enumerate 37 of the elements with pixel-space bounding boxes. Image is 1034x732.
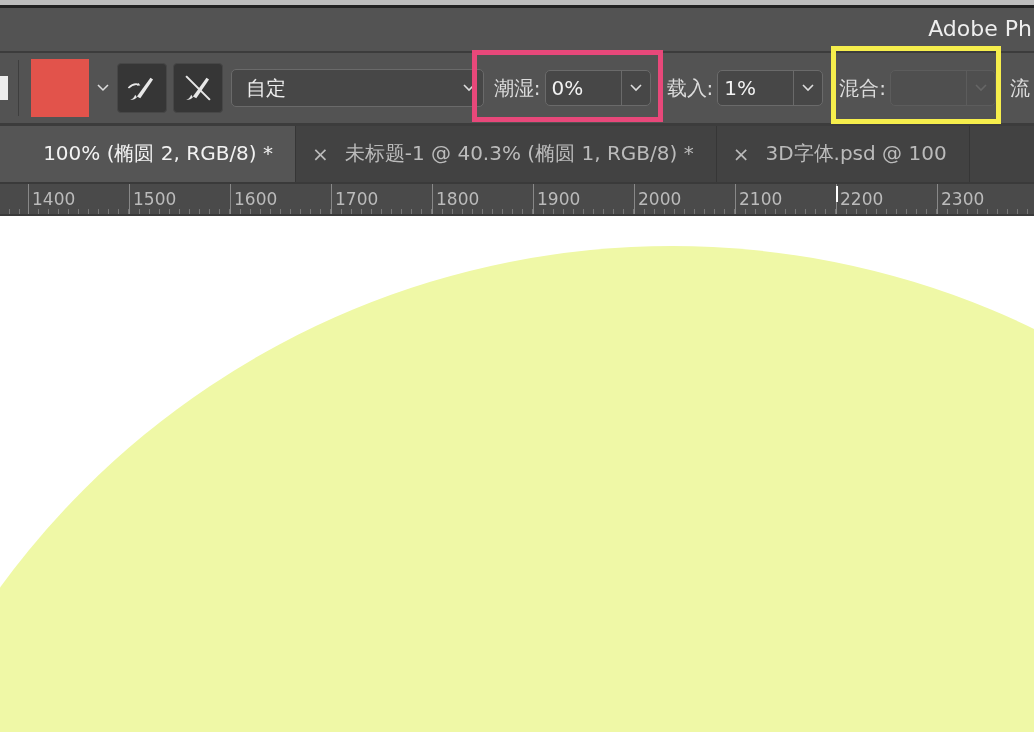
document-tab[interactable]: × 未标题-1 @ 40.3% (椭圆 1, RGB/8) * [296, 125, 717, 182]
caret-icon [802, 84, 815, 93]
ruler-label: 2200 [839, 189, 884, 209]
ruler-cursor-marker [836, 186, 838, 202]
field-label: 流 [1010, 74, 1030, 102]
document-tab[interactable]: 100% (椭圆 2, RGB/8) * [0, 125, 296, 182]
preset-dropdown[interactable]: 自定 [230, 69, 484, 108]
brush-clean-button[interactable] [172, 63, 223, 114]
window-title: Adobe Ph [928, 16, 1032, 44]
caret-icon [462, 84, 475, 93]
ruler-label: 2300 [940, 189, 985, 209]
tab-title: 未标题-1 @ 40.3% (椭圆 1, RGB/8) * [344, 140, 694, 168]
tool-icon[interactable] [0, 76, 8, 101]
preset-value: 自定 [244, 74, 286, 102]
percent-field[interactable]: 1% [717, 70, 824, 107]
percent-field[interactable]: 0% [544, 70, 651, 107]
color-swatch[interactable] [31, 59, 89, 118]
close-icon[interactable]: × [312, 141, 329, 166]
ruler-label: 2100 [738, 189, 783, 209]
ruler-label: 1400 [31, 189, 76, 209]
brush-load-button[interactable] [116, 63, 167, 114]
tab-title: 3D字体.psd @ 100 [765, 140, 947, 168]
close-icon[interactable]: × [732, 141, 750, 166]
ruler-label: 1500 [132, 189, 177, 209]
ruler-label: 1900 [536, 189, 581, 209]
ruler-label: 1600 [233, 189, 278, 209]
field-label: 载入: [666, 74, 714, 102]
tab-title: 100% (椭圆 2, RGB/8) * [43, 140, 273, 168]
ruler-label: 1700 [334, 189, 379, 209]
field-label: 潮湿: [493, 74, 541, 102]
field-label: 混合: [839, 74, 886, 102]
caret-icon[interactable] [96, 84, 109, 93]
ruler-label: 1800 [435, 189, 480, 209]
document-tab[interactable]: × 3D字体.psd @ 100 [716, 125, 970, 182]
caret-icon [629, 84, 642, 93]
caret-icon [975, 84, 987, 93]
ruler-label: 2000 [637, 189, 682, 209]
